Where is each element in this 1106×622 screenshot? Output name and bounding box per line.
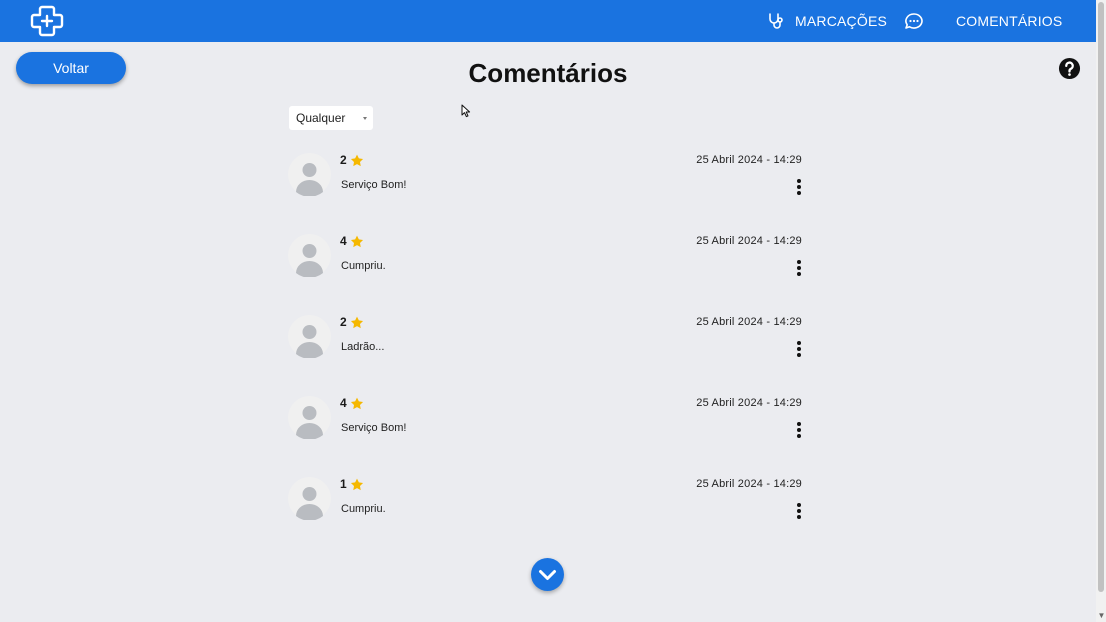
comment-text: Cumpriu. — [341, 260, 386, 272]
scrollbar-thumb[interactable] — [1098, 2, 1104, 592]
stethoscope-icon — [769, 13, 783, 29]
rating-value: 4 — [340, 396, 347, 410]
scroll-down-arrow-icon[interactable]: ▼ — [1097, 611, 1106, 621]
comment-item: 4 Cumpriu. 25 Abril 2024 - 14:29 — [288, 234, 818, 294]
rating-value: 2 — [340, 153, 347, 167]
nav-marcacoes-label: MARCAÇÕES — [795, 13, 888, 29]
star-icon — [350, 316, 363, 328]
user-avatar-icon — [288, 315, 331, 358]
comment-date: 25 Abril 2024 - 14:29 — [696, 397, 802, 409]
comment-text: Cumpriu. — [341, 503, 386, 515]
top-navbar: MARCAÇÕES COMENTÁRIOS — [0, 0, 1096, 42]
comment-item: 1 Cumpriu. 25 Abril 2024 - 14:29 — [288, 477, 818, 537]
nav-comentarios[interactable]: COMENTÁRIOS — [956, 0, 1062, 42]
user-avatar-icon — [288, 396, 331, 439]
rating-value: 2 — [340, 315, 347, 329]
star-icon — [350, 478, 363, 490]
nav-chat[interactable] — [904, 0, 924, 42]
comment-text: Serviço Bom! — [341, 179, 407, 191]
more-vertical-icon[interactable] — [794, 259, 804, 277]
comment-rating: 4 — [340, 396, 364, 410]
comment-date: 25 Abril 2024 - 14:29 — [696, 478, 802, 490]
page-title: Comentários — [468, 58, 628, 88]
comment-rating: 4 — [340, 234, 364, 248]
more-vertical-icon[interactable] — [794, 421, 804, 439]
comment-item: 2 Ladrão... 25 Abril 2024 - 14:29 — [288, 315, 818, 375]
more-vertical-icon[interactable] — [794, 502, 804, 520]
star-icon — [350, 235, 363, 247]
comment-text: Ladrão... — [341, 341, 385, 353]
comment-date: 25 Abril 2024 - 14:29 — [696, 154, 802, 166]
user-avatar-icon — [288, 477, 331, 520]
comment-date: 25 Abril 2024 - 14:29 — [696, 316, 802, 328]
nav-comentarios-label: COMENTÁRIOS — [956, 13, 1063, 29]
star-icon — [350, 397, 363, 409]
load-more-button[interactable] — [531, 558, 564, 591]
comment-rating: 1 — [340, 477, 364, 491]
comment-rating: 2 — [340, 315, 364, 329]
chat-bubble-icon — [905, 13, 923, 29]
comment-rating: 2 — [340, 153, 364, 167]
rating-value: 4 — [340, 234, 347, 248]
comment-text: Serviço Bom! — [341, 422, 407, 434]
nav-marcacoes[interactable]: MARCAÇÕES — [767, 0, 887, 42]
rating-filter-select[interactable]: Qualquer — [289, 106, 373, 130]
star-icon — [350, 154, 363, 166]
mouse-cursor-icon — [461, 104, 471, 118]
chevron-down-icon — [363, 117, 367, 120]
more-vertical-icon[interactable] — [794, 178, 804, 196]
comment-date: 25 Abril 2024 - 14:29 — [696, 235, 802, 247]
chevron-down-icon — [539, 570, 556, 580]
comment-item: 2 Serviço Bom! 25 Abril 2024 - 14:29 — [288, 153, 818, 213]
user-avatar-icon — [288, 153, 331, 196]
more-vertical-icon[interactable] — [794, 340, 804, 358]
medical-cross-icon[interactable] — [30, 5, 64, 37]
user-avatar-icon — [288, 234, 331, 277]
comment-item: 4 Serviço Bom! 25 Abril 2024 - 14:29 — [288, 396, 818, 456]
question-circle-icon[interactable] — [1058, 57, 1081, 80]
rating-value: 1 — [340, 477, 347, 491]
filter-selected-value: Qualquer — [296, 111, 346, 125]
